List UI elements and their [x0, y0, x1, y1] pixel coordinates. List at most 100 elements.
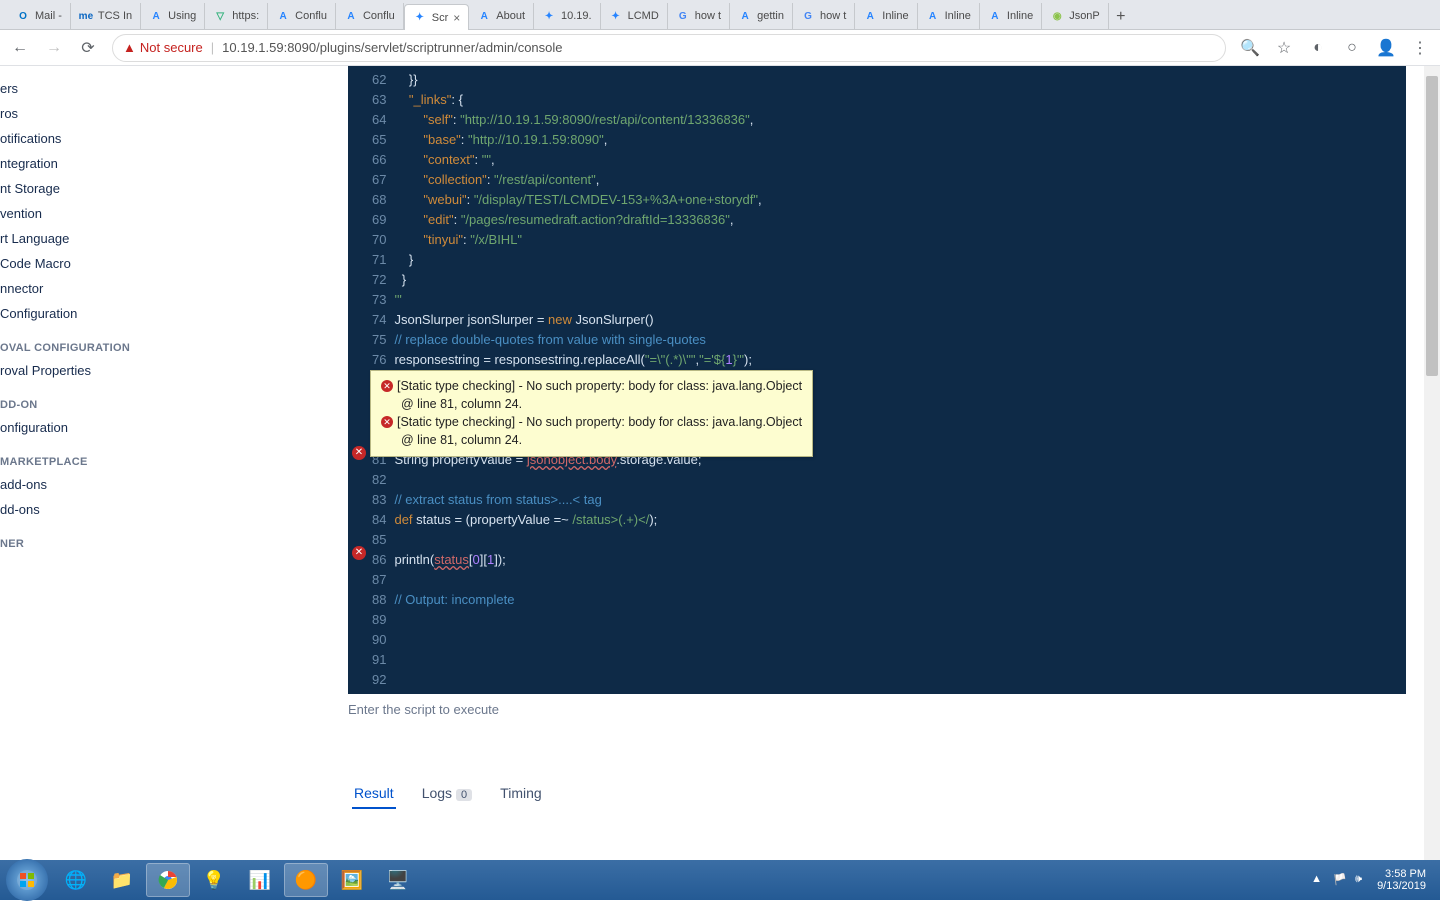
browser-tab[interactable]: AConflu	[336, 3, 404, 29]
sidebar-item[interactable]: dd-ons	[0, 497, 160, 522]
bookmark-icon[interactable]: ☆	[1274, 38, 1294, 58]
tab-label: Using	[168, 10, 196, 22]
menu-icon[interactable]: ⋮	[1410, 38, 1430, 58]
browser-tab[interactable]: AUsing	[141, 3, 205, 29]
tray-icon[interactable]: ▲	[1311, 873, 1325, 887]
ext1-icon[interactable]: ◐	[1308, 38, 1328, 58]
tab-label: how t	[820, 10, 846, 22]
taskbar-app4[interactable]: 🖼️	[330, 863, 374, 897]
code-line[interactable]: "base": "http://10.19.1.59:8090",	[394, 130, 1406, 150]
code-line[interactable]: "collection": "/rest/api/content",	[394, 170, 1406, 190]
code-editor[interactable]: ✕✕ 6263646566676869707172737475767778798…	[348, 66, 1406, 694]
new-tab-button[interactable]: +	[1109, 5, 1133, 29]
code-line[interactable]: "webui": "/display/TEST/LCMDEV-153+%3A+o…	[394, 190, 1406, 210]
zoom-icon[interactable]: 🔍	[1240, 38, 1260, 58]
tab-result[interactable]: Result	[352, 779, 396, 809]
code-line[interactable]: "context": "",	[394, 150, 1406, 170]
code-line[interactable]	[394, 650, 1406, 670]
browser-tab[interactable]: meTCS In	[71, 3, 141, 29]
taskbar-ie[interactable]: 🌐	[54, 863, 98, 897]
reload-button[interactable]: ⟳	[78, 38, 98, 58]
browser-tab[interactable]: AInline	[918, 3, 980, 29]
sidebar-item[interactable]: vention	[0, 201, 160, 226]
browser-tab[interactable]: Ghow t	[793, 3, 855, 29]
sidebar-item[interactable]: ntegration	[0, 151, 160, 176]
taskbar-app3[interactable]: 🟠	[284, 863, 328, 897]
code-line[interactable]: }	[394, 270, 1406, 290]
forward-button[interactable]: →	[44, 38, 64, 58]
back-button[interactable]: ←	[10, 38, 30, 58]
code-line[interactable]: "edit": "/pages/resumedraft.action?draft…	[394, 210, 1406, 230]
code-line[interactable]	[394, 610, 1406, 630]
sidebar-item[interactable]: nt Storage	[0, 176, 160, 201]
sidebar-item[interactable]: ros	[0, 101, 160, 126]
browser-tab[interactable]: OMail -	[8, 3, 71, 29]
tab-label: Scr	[432, 12, 449, 24]
code-line[interactable]: JsonSlurper jsonSlurper = new JsonSlurpe…	[394, 310, 1406, 330]
address-bar[interactable]: ▲ Not secure | 10.19.1.59:8090/plugins/s…	[112, 34, 1226, 62]
code-line[interactable]: // Output: incomplete	[394, 590, 1406, 610]
sidebar-item[interactable]: add-ons	[0, 472, 160, 497]
tray-clock[interactable]: 3:58 PM 9/13/2019	[1377, 868, 1426, 892]
sidebar-item[interactable]: onfiguration	[0, 415, 160, 440]
scrollbar-thumb[interactable]	[1426, 76, 1438, 376]
browser-tab[interactable]: ▽https:	[205, 3, 268, 29]
result-tabs: Result Logs0 Timing	[348, 779, 1406, 809]
code-line[interactable]: println(status[0][1]);	[394, 550, 1406, 570]
ext2-icon[interactable]: ○	[1342, 38, 1362, 58]
code-line[interactable]	[394, 530, 1406, 550]
taskbar-explorer[interactable]: 📁	[100, 863, 144, 897]
tab-timing[interactable]: Timing	[498, 779, 544, 809]
code-line[interactable]: responsestring = responsestring.replaceA…	[394, 350, 1406, 370]
sidebar-item[interactable]: Configuration	[0, 301, 160, 326]
browser-tab[interactable]: Ghow t	[668, 3, 730, 29]
code-line[interactable]: }	[394, 250, 1406, 270]
tab-close-icon[interactable]: ×	[453, 11, 460, 25]
sidebar-item[interactable]: ers	[0, 76, 160, 101]
tab-favicon-icon: ✦	[542, 9, 556, 23]
browser-tab[interactable]: AAbout	[469, 3, 534, 29]
code-line[interactable]	[394, 570, 1406, 590]
error-marker-icon[interactable]: ✕	[352, 446, 366, 460]
start-button[interactable]	[6, 859, 48, 901]
page-scrollbar[interactable]	[1424, 66, 1440, 860]
code-line[interactable]	[394, 670, 1406, 690]
code-line[interactable]: "tinyui": "/x/BIHL"	[394, 230, 1406, 250]
sidebar-item[interactable]: roval Properties	[0, 358, 160, 383]
profile-icon[interactable]: 👤	[1376, 38, 1396, 58]
sidebar-item[interactable]: rt Language	[0, 226, 160, 251]
logs-badge: 0	[456, 789, 472, 801]
taskbar-app5[interactable]: 🖥️	[376, 863, 420, 897]
code-line[interactable]: '''	[394, 290, 1406, 310]
sidebar-item[interactable]: Code Macro	[0, 251, 160, 276]
code-line[interactable]	[394, 470, 1406, 490]
tab-favicon-icon: A	[988, 9, 1002, 23]
sidebar-item[interactable]: otifications	[0, 126, 160, 151]
tray-flag-icon[interactable]: 🏳️	[1333, 873, 1347, 887]
error-marker-icon[interactable]: ✕	[352, 546, 366, 560]
browser-tab[interactable]: ✦Scr×	[404, 4, 470, 30]
browser-tab[interactable]: ✦10.19.	[534, 3, 601, 29]
chrome-icon	[158, 870, 178, 890]
browser-tab[interactable]: ◉JsonP	[1042, 3, 1109, 29]
code-line[interactable]: // replace double-quotes from value with…	[394, 330, 1406, 350]
taskbar-app1[interactable]: 💡	[192, 863, 236, 897]
browser-tab[interactable]: AInline	[980, 3, 1042, 29]
browser-tab[interactable]: AInline	[855, 3, 917, 29]
code-line[interactable]	[394, 630, 1406, 650]
sidebar-item[interactable]: nnector	[0, 276, 160, 301]
tray-net-icon[interactable]: 🕪	[1355, 873, 1369, 887]
code-line[interactable]: // extract status from status>....< tag	[394, 490, 1406, 510]
browser-tab[interactable]: AConflu	[268, 3, 336, 29]
windows-taskbar: 🌐 📁 💡 📊 🟠 🖼️ 🖥️ ▲ 🏳️ 🕪 3:58 PM 9/13/2019	[0, 860, 1440, 900]
code-line[interactable]: "_links": {	[394, 90, 1406, 110]
taskbar-chrome[interactable]	[146, 863, 190, 897]
code-line[interactable]: def status = (propertyValue =~ /status>(…	[394, 510, 1406, 530]
browser-tab[interactable]: ✦LCMD	[601, 3, 668, 29]
tab-logs[interactable]: Logs0	[420, 779, 474, 809]
browser-tab[interactable]: Agettin	[730, 3, 793, 29]
taskbar-app2[interactable]: 📊	[238, 863, 282, 897]
code-line[interactable]: }}	[394, 70, 1406, 90]
editor-right-margin	[1392, 66, 1406, 694]
code-line[interactable]: "self": "http://10.19.1.59:8090/rest/api…	[394, 110, 1406, 130]
